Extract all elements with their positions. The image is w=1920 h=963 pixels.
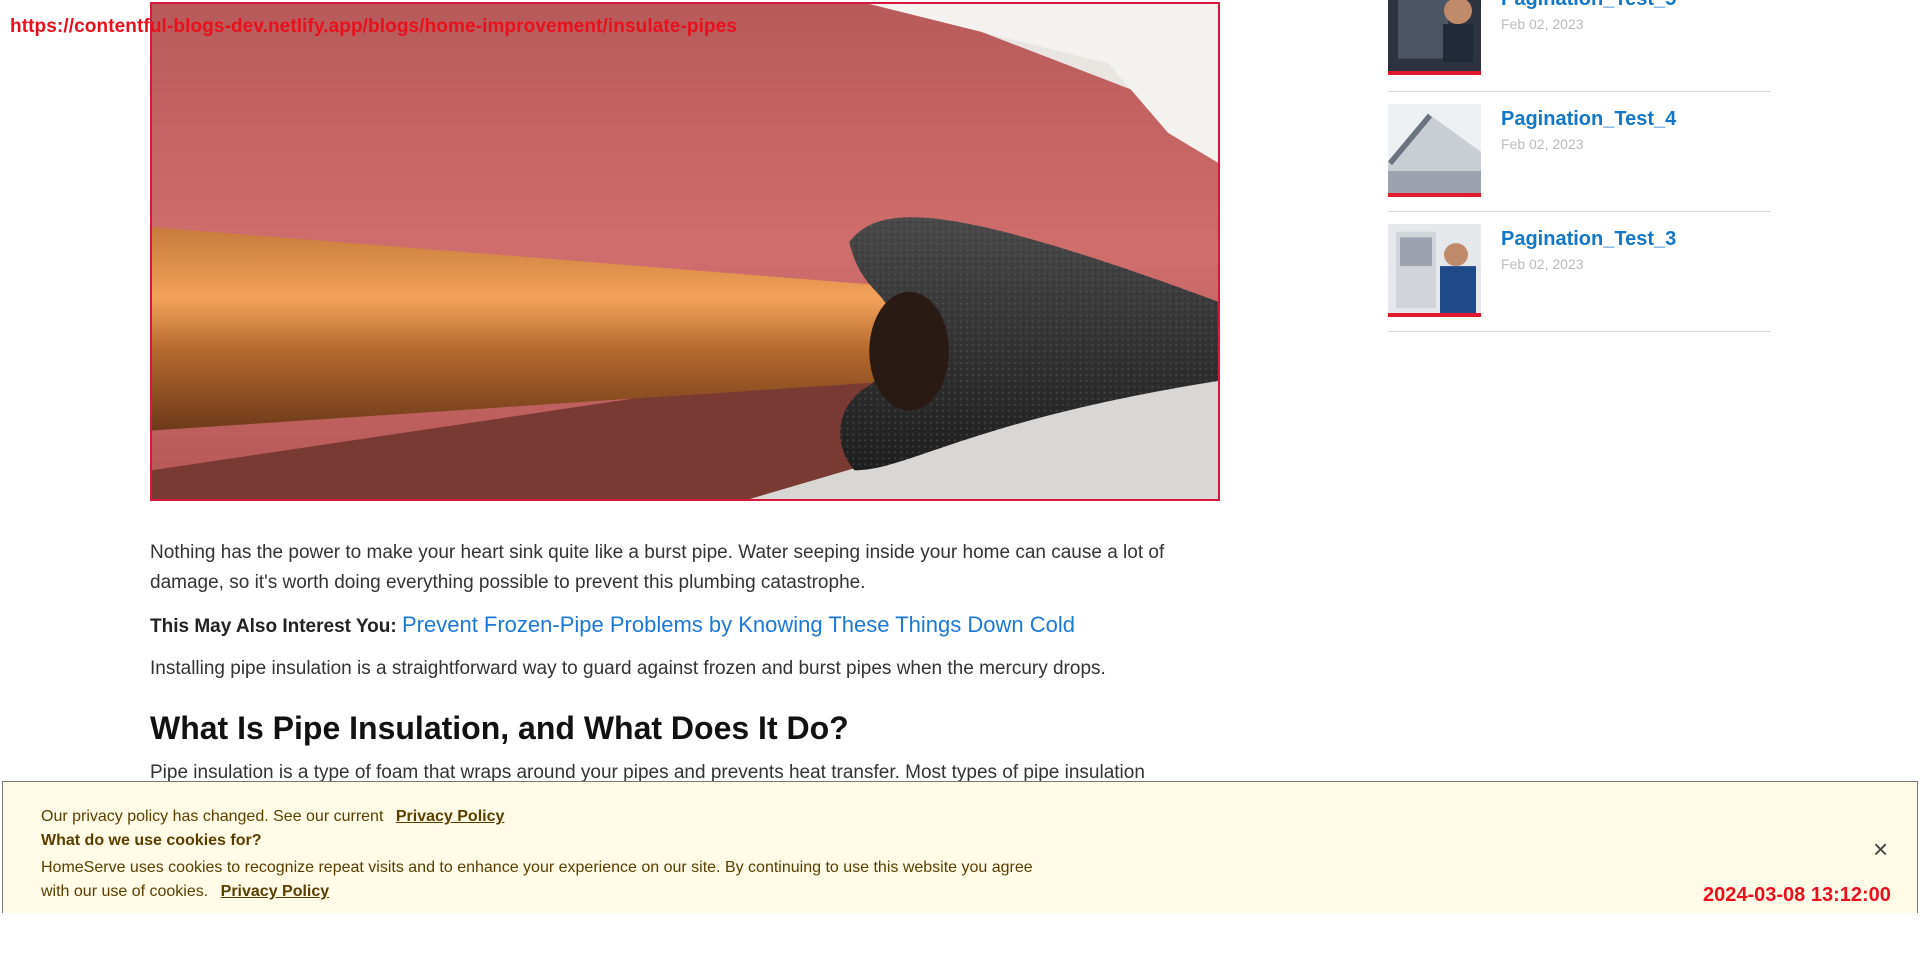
post-title-link[interactable]: Pagination_Test_5 [1501, 0, 1676, 11]
sidebar-post[interactable]: Pagination_Test_4 Feb 02, 2023 [1388, 92, 1770, 212]
post-date: Feb 02, 2023 [1501, 256, 1584, 272]
post-title-link[interactable]: Pagination_Test_3 [1501, 228, 1676, 251]
url-overlay: https://contentful-blogs-dev.netlify.app… [10, 16, 738, 37]
timestamp-overlay: 2024-03-08 13:12:00 [1703, 884, 1891, 906]
close-icon[interactable]: × [1873, 836, 1888, 862]
article-hero-image [150, 2, 1220, 501]
post-date: Feb 02, 2023 [1501, 136, 1584, 152]
cookie-explanation: HomeServe uses cookies to recognize repe… [41, 856, 1041, 904]
post-date: Feb 02, 2023 [1501, 16, 1584, 32]
technician-appliance-thumbnail-icon [1388, 224, 1481, 313]
post-title-link[interactable]: Pagination_Test_4 [1501, 108, 1676, 131]
related-article-label: This May Also Interest You: [150, 616, 397, 637]
recent-posts-sidebar: Pagination_Test_5 Feb 02, 2023 Paginatio… [1388, 0, 1770, 332]
house-roof-thumbnail-icon [1388, 104, 1481, 193]
article-paragraph: Installing pipe insulation is a straight… [150, 658, 1106, 679]
related-article-callout: This May Also Interest You: Prevent Froz… [150, 610, 1225, 642]
cookie-question: What do we use cookies for? [41, 832, 262, 849]
section-heading: What Is Pipe Insulation, and What Does I… [150, 710, 849, 746]
sidebar-post[interactable]: Pagination_Test_3 Feb 02, 2023 [1388, 212, 1770, 332]
privacy-policy-link[interactable]: Privacy Policy [221, 883, 330, 900]
article-body: Nothing has the power to make your heart… [150, 538, 1225, 788]
post-thumbnail[interactable] [1388, 104, 1481, 197]
privacy-policy-link[interactable]: Privacy Policy [396, 808, 505, 825]
post-thumbnail[interactable] [1388, 224, 1481, 317]
article-paragraph: Nothing has the power to make your heart… [150, 542, 1165, 593]
sidebar-post[interactable]: Pagination_Test_5 Feb 02, 2023 [1388, 0, 1770, 92]
technician-thumbnail-icon [1388, 0, 1481, 71]
pipe-insulation-illustration [152, 4, 1218, 499]
cookie-consent-banner: Our privacy policy has changed. See our … [2, 781, 1918, 913]
privacy-notice: Our privacy policy has changed. See our … [41, 808, 504, 826]
privacy-notice-text: Our privacy policy has changed. See our … [41, 808, 384, 825]
related-article-link[interactable]: Prevent Frozen-Pipe Problems by Knowing … [402, 612, 1075, 637]
post-thumbnail[interactable] [1388, 0, 1481, 75]
cookie-explanation-text: HomeServe uses cookies to recognize repe… [41, 859, 1033, 900]
